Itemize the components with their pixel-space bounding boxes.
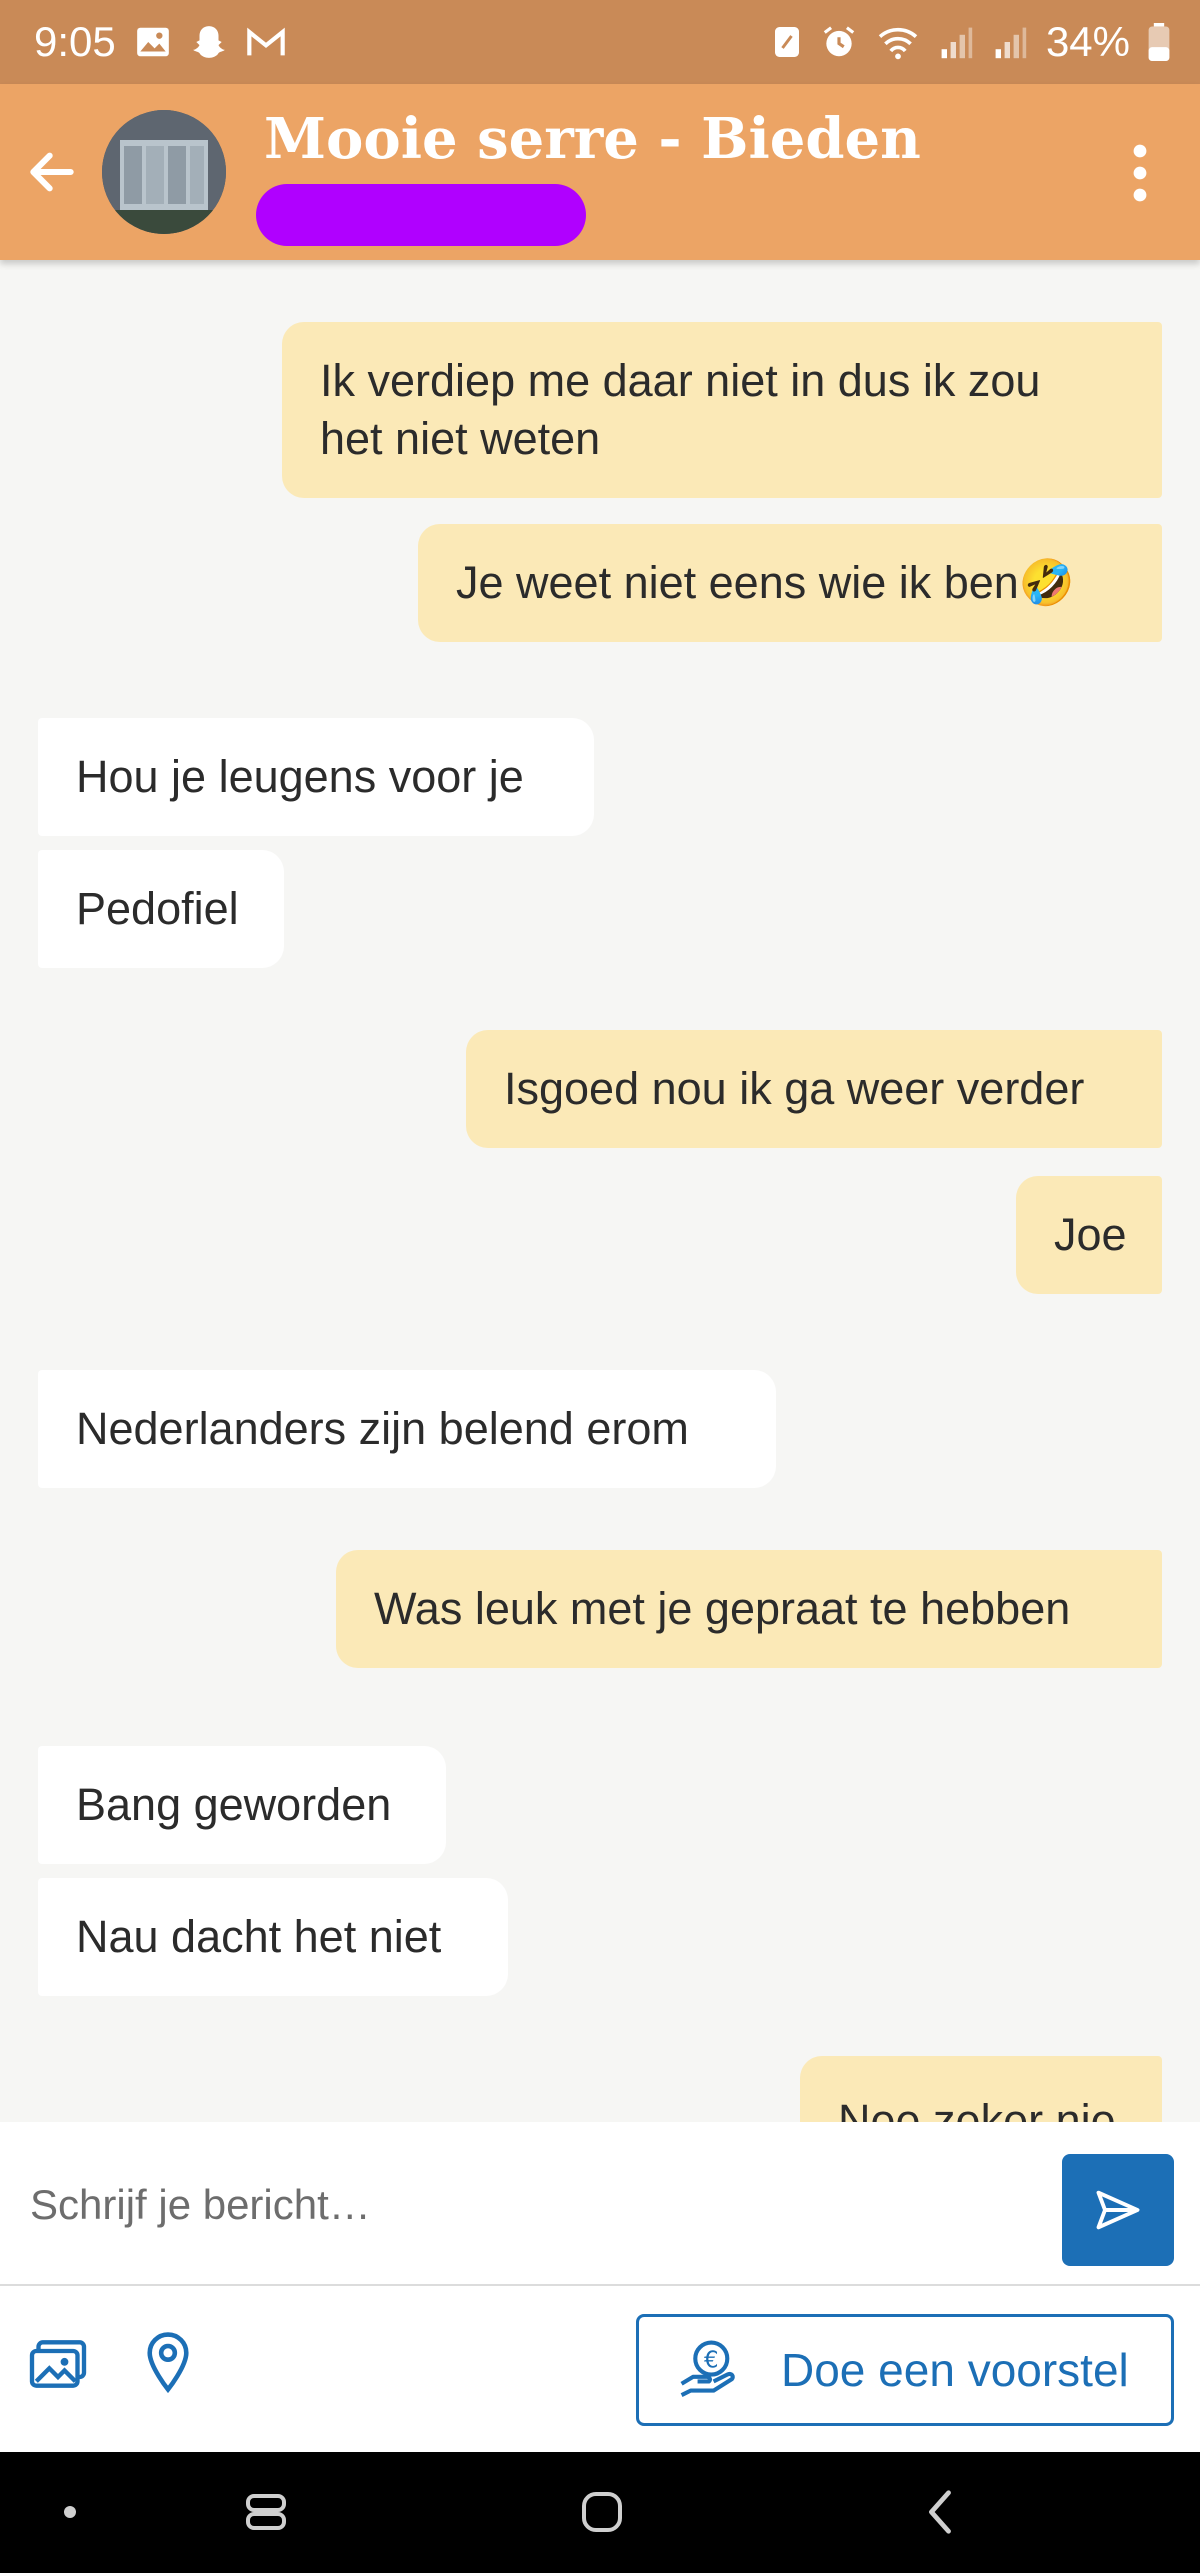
back-button[interactable] bbox=[20, 140, 84, 204]
more-vertical-icon bbox=[1133, 144, 1147, 202]
message-text: Hou je leugens voor je bbox=[76, 751, 524, 802]
signal-icon bbox=[992, 24, 1028, 60]
chevron-left-icon bbox=[929, 2490, 951, 2534]
status-right: 34% bbox=[772, 18, 1170, 66]
status-time: 9:05 bbox=[34, 18, 116, 65]
recent-apps-button[interactable] bbox=[226, 2482, 306, 2542]
message-bubble-outgoing[interactable]: Je weet niet eens wie ik ben🤣 bbox=[418, 524, 1162, 642]
message-text: Bang geworden bbox=[76, 1779, 392, 1830]
message-bubble-outgoing[interactable]: Isgoed nou ik ga weer verder bbox=[466, 1030, 1162, 1148]
send-button[interactable] bbox=[1062, 2154, 1174, 2266]
share-location-button[interactable] bbox=[130, 2322, 206, 2402]
message-bubble-incoming[interactable]: Hou je leugens voor je bbox=[38, 718, 594, 836]
message-bubble-outgoing[interactable]: Nee zeker nie bbox=[800, 2056, 1162, 2122]
signal-icon bbox=[938, 24, 974, 60]
message-text: Pedofiel bbox=[76, 883, 239, 934]
battery-icon bbox=[1148, 23, 1170, 61]
chat-toolbar: € Doe een voorstel bbox=[0, 2286, 1200, 2452]
attach-photo-button[interactable] bbox=[20, 2326, 96, 2402]
gmail-icon bbox=[246, 25, 286, 59]
message-text: Ik verdiep me daar niet in dus ik zou bbox=[320, 355, 1041, 406]
snapchat-icon bbox=[190, 23, 228, 61]
message-text: Nederlanders zijn belend erom bbox=[76, 1403, 689, 1454]
make-offer-button[interactable]: € Doe een voorstel bbox=[636, 2314, 1174, 2426]
message-text: Was leuk met je gepraat te hebben bbox=[374, 1583, 1071, 1634]
euro-hand-icon: € bbox=[677, 2338, 741, 2402]
nfc-icon bbox=[772, 24, 802, 60]
message-text: Nee zeker nie bbox=[838, 2095, 1116, 2122]
message-text: Je weet niet eens wie ik ben🤣 bbox=[456, 557, 1075, 608]
dot-icon bbox=[64, 2506, 76, 2518]
make-offer-label: Doe een voorstel bbox=[781, 2344, 1129, 2396]
gallery-icon bbox=[134, 23, 172, 61]
message-text: Isgoed nou ik ga weer verder bbox=[504, 1063, 1085, 1114]
message-bubble-incoming[interactable]: Nau dacht het niet bbox=[38, 1878, 508, 1996]
message-text: het niet weten bbox=[320, 413, 601, 464]
listing-avatar[interactable] bbox=[102, 110, 226, 234]
home-icon bbox=[582, 2492, 622, 2532]
message-text: Nau dacht het niet bbox=[76, 1911, 442, 1962]
send-icon bbox=[1096, 2190, 1140, 2230]
message-bubble-outgoing[interactable]: Joe bbox=[1016, 1176, 1162, 1294]
chat-header: Mooie serre - Bieden bbox=[0, 84, 1200, 260]
chat-title: Mooie serre - Bieden bbox=[264, 106, 921, 172]
more-options-button[interactable] bbox=[1110, 138, 1170, 208]
message-bubble-outgoing[interactable]: Ik verdiep me daar niet in dus ik zou he… bbox=[282, 322, 1162, 498]
nav-dot-button[interactable] bbox=[30, 2482, 110, 2542]
message-text: Joe bbox=[1054, 1209, 1127, 1260]
recent-apps-icon bbox=[246, 2494, 286, 2530]
redaction-mark bbox=[256, 184, 586, 246]
location-pin-icon bbox=[147, 2332, 189, 2394]
svg-text:€: € bbox=[704, 2348, 719, 2374]
message-bubble-incoming[interactable]: Pedofiel bbox=[38, 850, 284, 968]
wifi-icon bbox=[876, 24, 920, 60]
system-nav-bar bbox=[0, 2452, 1200, 2573]
status-bar: 9:05 34% bbox=[0, 0, 1200, 84]
battery-percent: 34% bbox=[1045, 18, 1130, 65]
message-bubble-incoming[interactable]: Bang geworden bbox=[38, 1746, 446, 1864]
alarm-icon bbox=[820, 23, 858, 61]
message-input[interactable] bbox=[28, 2162, 1032, 2248]
message-bubble-outgoing[interactable]: Was leuk met je gepraat te hebben bbox=[336, 1550, 1162, 1668]
back-arrow-icon bbox=[30, 152, 74, 192]
system-back-button[interactable] bbox=[900, 2482, 980, 2542]
message-composer bbox=[0, 2122, 1200, 2286]
home-button[interactable] bbox=[562, 2482, 642, 2542]
message-bubble-incoming[interactable]: Nederlanders zijn belend erom bbox=[38, 1370, 776, 1488]
status-left: 9:05 bbox=[34, 18, 286, 66]
message-list[interactable]: Ik verdiep me daar niet in dus ik zou he… bbox=[0, 260, 1200, 2122]
photo-icon bbox=[29, 2340, 87, 2388]
